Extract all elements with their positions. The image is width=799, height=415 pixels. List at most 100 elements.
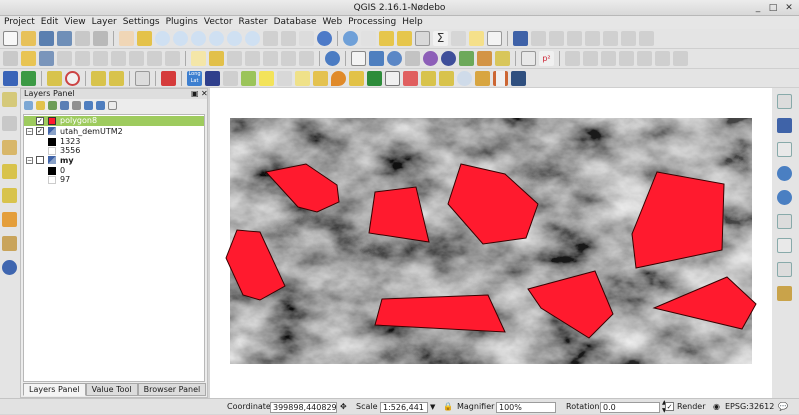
pan-icon[interactable] — [119, 31, 134, 46]
script-editor-icon[interactable] — [521, 51, 536, 66]
menu-settings[interactable]: Settings — [123, 16, 160, 29]
menu-processing[interactable]: Processing — [348, 16, 396, 29]
layer-visibility-checkbox[interactable]: ✓ — [36, 127, 44, 135]
layer-visibility-checkbox[interactable]: ✓ — [36, 117, 44, 125]
lock-scale-icon[interactable]: 🔒 — [443, 399, 453, 415]
leaf-tool-4-icon[interactable] — [421, 70, 436, 86]
delete-ring-icon[interactable] — [673, 51, 688, 66]
web-service-icon[interactable] — [777, 166, 792, 181]
toggle-extents-icon[interactable]: ✥ — [340, 399, 347, 415]
plugin-tool-2-icon[interactable] — [21, 70, 36, 86]
toggle-editing-icon[interactable] — [21, 51, 36, 66]
refresh-icon[interactable] — [317, 31, 332, 46]
table-tool-icon[interactable] — [135, 70, 150, 86]
scale-field[interactable]: 1:526,441 — [380, 402, 428, 413]
menu-help[interactable]: Help — [402, 16, 423, 29]
manage-visibility-icon[interactable] — [48, 101, 57, 110]
zoom-next-icon[interactable] — [281, 31, 296, 46]
split-feature-icon[interactable] — [777, 262, 792, 277]
layer-list-icon[interactable] — [2, 116, 17, 131]
leaf-tool-5-icon[interactable] — [439, 70, 454, 86]
add-wms-icon[interactable] — [387, 51, 402, 66]
vertex-add-icon[interactable] — [777, 94, 792, 109]
leaf-tool-2-icon[interactable] — [91, 70, 106, 86]
plugin-tool-1-icon[interactable] — [3, 70, 18, 86]
label-rotate-icon[interactable] — [281, 51, 296, 66]
map-canvas[interactable] — [210, 88, 772, 398]
save-edits-icon[interactable] — [39, 51, 54, 66]
add-ring-icon[interactable] — [619, 51, 634, 66]
calendar-icon[interactable] — [161, 70, 176, 86]
open-project-icon[interactable] — [21, 31, 36, 46]
collapse-icon[interactable]: − — [26, 128, 33, 135]
menu-vector[interactable]: Vector — [204, 16, 233, 29]
deselect-icon[interactable] — [397, 31, 412, 46]
rotate-feature-icon[interactable] — [583, 51, 598, 66]
layer-row-my[interactable]: − my — [24, 156, 204, 165]
identify-icon[interactable] — [343, 31, 358, 46]
add-wcs-icon[interactable] — [405, 51, 420, 66]
delete-selected-icon[interactable] — [111, 51, 126, 66]
profile-icon[interactable] — [205, 70, 220, 86]
show-labels-icon[interactable] — [585, 31, 600, 46]
add-wfs-icon[interactable] — [423, 51, 438, 66]
grid-plugin-icon[interactable] — [777, 286, 792, 301]
globe-settings-icon[interactable] — [777, 190, 792, 205]
maximize-icon[interactable]: □ — [767, 2, 779, 14]
menu-project[interactable]: Project — [4, 16, 35, 29]
spiral-icon[interactable] — [65, 70, 80, 86]
change-label-icon[interactable] — [639, 31, 654, 46]
save-as-icon[interactable] — [57, 31, 72, 46]
coordinate-field[interactable]: 399898,4408299 — [270, 402, 337, 413]
label-change-icon[interactable] — [299, 51, 314, 66]
hatch-tool-icon[interactable] — [277, 70, 292, 86]
crs-status[interactable]: EPSG:32612 — [725, 399, 774, 415]
map-swipe-icon[interactable] — [223, 70, 238, 86]
label-pin-icon[interactable] — [227, 51, 242, 66]
menu-edit[interactable]: Edit — [41, 16, 58, 29]
advanced-digitize-icon[interactable] — [565, 51, 580, 66]
line-tool-icon[interactable] — [777, 142, 792, 157]
wave-tool-icon[interactable] — [259, 70, 274, 86]
grass-plugin-icon[interactable] — [2, 236, 17, 251]
georeferencer-icon[interactable] — [459, 51, 474, 66]
tab-browser-panel[interactable]: Browser Panel — [137, 383, 207, 396]
new-map-view-icon[interactable] — [299, 31, 314, 46]
long-lat-icon[interactable]: Long Lat — [187, 70, 202, 86]
float-panel-icon[interactable]: ▣ — [191, 89, 199, 99]
menu-plugins[interactable]: Plugins — [166, 16, 198, 29]
move-feature-icon[interactable] — [75, 51, 90, 66]
label-icon[interactable] — [531, 31, 546, 46]
zoom-actual-icon[interactable] — [191, 31, 206, 46]
add-wkt-icon[interactable] — [441, 51, 456, 66]
layer-style-icon[interactable] — [295, 70, 310, 86]
geocoder-icon[interactable] — [349, 70, 364, 86]
zoom-full-icon[interactable] — [209, 31, 224, 46]
close-icon[interactable]: ✕ — [783, 2, 795, 14]
label-move-icon[interactable] — [263, 51, 278, 66]
barcode-icon[interactable] — [493, 70, 508, 86]
node-tool-icon[interactable] — [93, 51, 108, 66]
tab-layers-panel[interactable]: Layers Panel — [23, 383, 86, 396]
minimize-icon[interactable]: _ — [752, 2, 764, 14]
menu-database[interactable]: Database — [274, 16, 317, 29]
statistics-icon[interactable]: Σ — [433, 31, 448, 46]
pan-to-selection-icon[interactable] — [137, 31, 152, 46]
move-label-icon[interactable] — [603, 31, 618, 46]
magnifier-field[interactable]: 100% — [496, 402, 556, 413]
leaf-tool-1-icon[interactable] — [47, 70, 62, 86]
zoom-layer-icon[interactable] — [245, 31, 260, 46]
select-features-icon[interactable] — [379, 31, 394, 46]
zoom-out-icon[interactable] — [173, 31, 188, 46]
remove-layer-icon[interactable] — [108, 101, 117, 110]
run-icon[interactable] — [367, 70, 382, 86]
layer-tree-icon[interactable] — [777, 118, 792, 133]
menu-view[interactable]: View — [64, 16, 85, 29]
help-icon[interactable] — [513, 31, 528, 46]
zoom-selection-icon[interactable] — [227, 31, 242, 46]
leaf-plugin-icon[interactable] — [2, 164, 17, 179]
crs-globe-icon[interactable]: ◉ — [713, 399, 720, 415]
multi-tool-icon[interactable] — [313, 70, 328, 86]
label-highlight-icon[interactable] — [245, 51, 260, 66]
collapse-all-icon[interactable] — [96, 101, 105, 110]
